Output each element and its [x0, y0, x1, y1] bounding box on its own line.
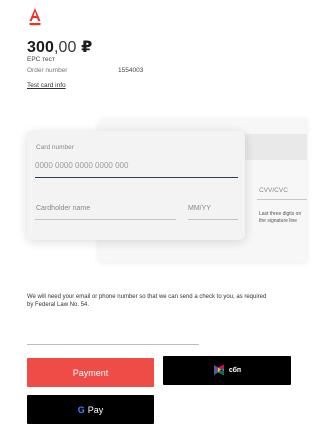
amount-integer: 300 [27, 39, 54, 56]
currency-symbol: ₽ [81, 39, 93, 56]
receipt-notice: We will need your email or phone number … [27, 294, 267, 308]
amount-decimal: ,00 [54, 39, 77, 56]
sbp-pay-button[interactable]: сбп [163, 356, 291, 385]
card-number-label: Card number [36, 144, 74, 151]
card-number-input[interactable] [35, 159, 236, 171]
payment-button[interactable]: Payment [27, 358, 154, 387]
test-card-info-link[interactable]: Test card info [27, 82, 66, 89]
cardholder-name-field[interactable]: Cardholder name [36, 205, 90, 212]
google-pay-button[interactable]: G Pay [27, 395, 154, 424]
sbp-logo-icon [213, 364, 225, 378]
sbp-label: сбп [228, 367, 242, 374]
email-or-phone-input[interactable] [27, 344, 199, 345]
google-pay-label: Pay [87, 404, 104, 415]
card-number-underline [35, 177, 238, 179]
cvv-label[interactable]: CVV/CVC [259, 187, 288, 194]
alfa-bank-logo-icon [28, 7, 42, 27]
cvv-input-underline[interactable] [257, 199, 307, 200]
cvv-hint: Last three digits on the signature line [259, 211, 302, 224]
order-number-label: Order number [27, 67, 68, 74]
expiry-date-underline [188, 219, 238, 220]
payment-button-label: Payment [72, 367, 109, 378]
merchant-name: ЕРС тест [27, 56, 55, 63]
payment-amount: 300,00 ₽ [27, 37, 92, 57]
google-g-letter: G [77, 404, 85, 415]
google-g-icon: G [78, 405, 85, 415]
order-number-value: 1554003 [118, 67, 144, 74]
cardholder-name-underline [35, 219, 176, 220]
expiry-date-field[interactable]: MM/YY [188, 205, 211, 212]
